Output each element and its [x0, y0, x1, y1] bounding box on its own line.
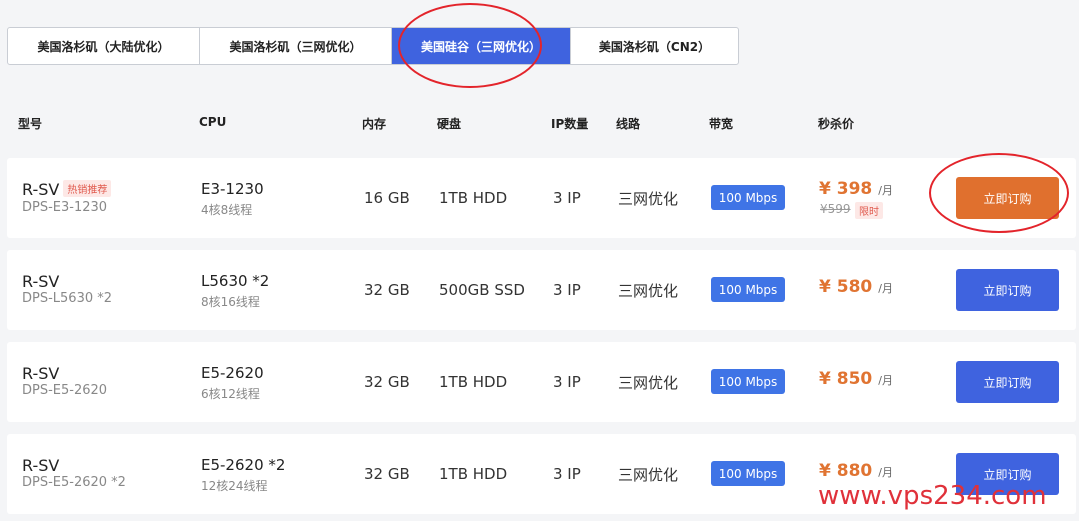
- header-memory: 内存: [362, 117, 387, 131]
- cpu-cores: 8核16线程: [201, 295, 260, 309]
- price-value: ¥ 398: [819, 179, 873, 199]
- cpu-cores: 4核8线程: [201, 203, 253, 217]
- order-button[interactable]: 立即订购: [956, 177, 1059, 219]
- cpu-model: E3-1230: [201, 180, 264, 198]
- watermark: www.vps234.com: [818, 481, 1047, 511]
- old-price: ¥599: [820, 202, 851, 216]
- cpu-model: E5-2620 *2: [201, 456, 286, 474]
- header-disk: 硬盘: [437, 117, 462, 131]
- line-value: 三网优化: [618, 374, 679, 392]
- model-label: R-SV: [22, 180, 60, 199]
- tab-la-three-network[interactable]: 美国洛杉矶（三网优化）: [200, 28, 392, 64]
- price-unit: /月: [878, 374, 893, 387]
- model-name: R-SV: [22, 364, 60, 383]
- model-sku: DPS-E3-1230: [22, 200, 108, 215]
- memory-value: 16 GB: [364, 189, 410, 207]
- price: ¥ 880/月: [819, 461, 893, 481]
- price: ¥ 850/月: [819, 369, 893, 389]
- memory-value: 32 GB: [364, 281, 410, 299]
- price: ¥ 398/月: [819, 179, 893, 199]
- disk-value: 1TB HDD: [439, 465, 508, 483]
- ip-value: 3 IP: [553, 465, 581, 483]
- price-value: ¥ 580: [819, 277, 873, 297]
- price-unit: /月: [878, 466, 893, 479]
- line-value: 三网优化: [618, 466, 679, 484]
- memory-value: 32 GB: [364, 373, 410, 391]
- tab-la-cn2[interactable]: 美国洛杉矶（CN2）: [571, 28, 738, 64]
- header-ip: IP数量: [551, 117, 589, 131]
- price-unit: /月: [878, 184, 893, 197]
- tab-la-mainland[interactable]: 美国洛杉矶（大陆优化）: [8, 28, 200, 64]
- tab-sv-three-network[interactable]: 美国硅谷（三网优化）: [392, 28, 571, 64]
- order-button[interactable]: 立即订购: [956, 361, 1059, 403]
- ip-value: 3 IP: [553, 373, 581, 391]
- cpu-cores: 6核12线程: [201, 387, 260, 401]
- bandwidth-badge: 100 Mbps: [711, 277, 785, 302]
- table-row: R-SV DPS-E5-2620 E5-2620 6核12线程 32 GB 1T…: [7, 342, 1076, 422]
- model-sku: DPS-E5-2620: [22, 383, 108, 398]
- model-name: R-SV 热销推荐: [22, 180, 112, 199]
- limited-badge: 限时: [855, 202, 883, 219]
- model-sku: DPS-L5630 *2: [22, 291, 113, 306]
- price: ¥ 580/月: [819, 277, 893, 297]
- header-bandwidth: 带宽: [709, 117, 734, 131]
- header-model: 型号: [18, 117, 43, 131]
- price-unit: /月: [878, 282, 893, 295]
- header-price: 秒杀价: [818, 117, 855, 131]
- order-button[interactable]: 立即订购: [956, 269, 1059, 311]
- memory-value: 32 GB: [364, 465, 410, 483]
- disk-value: 1TB HDD: [439, 373, 508, 391]
- cpu-cores: 12核24线程: [201, 479, 268, 493]
- disk-value: 1TB HDD: [439, 189, 508, 207]
- line-value: 三网优化: [618, 190, 679, 208]
- plan-tabs: 美国洛杉矶（大陆优化） 美国洛杉矶（三网优化） 美国硅谷（三网优化） 美国洛杉矶…: [7, 27, 739, 65]
- line-value: 三网优化: [618, 282, 679, 300]
- header-line: 线路: [616, 117, 641, 131]
- hot-badge: 热销推荐: [63, 180, 112, 197]
- table-row: R-SV 热销推荐 DPS-E3-1230 E3-1230 4核8线程 16 GB…: [7, 158, 1076, 238]
- bandwidth-badge: 100 Mbps: [711, 369, 785, 394]
- cpu-model: E5-2620: [201, 364, 264, 382]
- model-name: R-SV: [22, 272, 60, 291]
- table-header: 型号 CPU 内存 硬盘 IP数量 线路 带宽 秒杀价: [0, 113, 1079, 133]
- ip-value: 3 IP: [553, 189, 581, 207]
- cpu-model: L5630 *2: [201, 272, 270, 290]
- bandwidth-badge: 100 Mbps: [711, 461, 785, 486]
- price-value: ¥ 850: [819, 369, 873, 389]
- price-value: ¥ 880: [819, 461, 873, 481]
- model-sku: DPS-E5-2620 *2: [22, 475, 126, 490]
- model-name: R-SV: [22, 456, 60, 475]
- ip-value: 3 IP: [553, 281, 581, 299]
- table-row: R-SV DPS-L5630 *2 L5630 *2 8核16线程 32 GB …: [7, 250, 1076, 330]
- header-cpu: CPU: [199, 115, 227, 129]
- bandwidth-badge: 100 Mbps: [711, 185, 785, 210]
- disk-value: 500GB SSD: [439, 281, 525, 299]
